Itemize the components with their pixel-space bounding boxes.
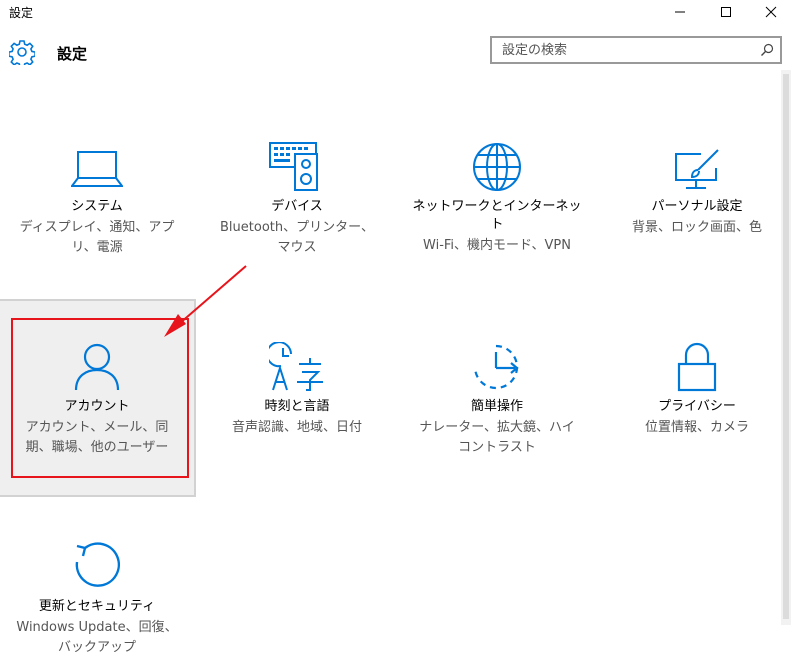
close-button[interactable]: [751, 0, 791, 24]
refresh-icon: [75, 542, 120, 587]
tile-label: 簡単操作: [470, 399, 523, 414]
tile-label: システム: [71, 199, 123, 214]
tile-label: デバイス: [271, 199, 323, 214]
tile-description: ナレーター、拡大鏡、ハイコントラスト: [419, 420, 575, 455]
scrollbar-thumb[interactable]: [783, 74, 789, 619]
search-box[interactable]: [490, 36, 782, 64]
tile-description: 位置情報、カメラ: [644, 420, 749, 435]
tile-privacy[interactable]: プライバシー 位置情報、カメラ: [608, 342, 786, 438]
tile-devices[interactable]: デバイス Bluetooth、プリンター、マウス: [208, 142, 386, 258]
minimize-icon: [675, 11, 685, 13]
tile-ease-of-access[interactable]: 簡単操作 ナレーター、拡大鏡、ハイコントラスト: [408, 342, 586, 458]
tile-label: プライバシー: [658, 399, 736, 414]
maximize-button[interactable]: [704, 0, 748, 24]
laptop-icon: [71, 151, 123, 187]
lock-icon: [677, 342, 717, 392]
tile-update-security[interactable]: 更新とセキュリティ Windows Update、回復、バックアップ: [8, 540, 186, 658]
keyboard-speaker-icon: [269, 142, 318, 191]
tile-personalization[interactable]: パーソナル設定 背景、ロック画面、色: [608, 146, 786, 238]
tile-description: 音声認識、地域、日付: [231, 420, 362, 435]
tile-description: Bluetooth、プリンター、マウス: [220, 220, 374, 255]
ease-of-access-icon: [473, 344, 519, 390]
tile-description: Windows Update、回復、バックアップ: [16, 620, 178, 655]
window-title: 設定: [9, 6, 34, 20]
annotation-highlight-box: [11, 318, 189, 478]
tile-label: ネットワークとインターネット: [412, 199, 582, 232]
minimize-button[interactable]: [658, 0, 702, 24]
tile-description: ディスプレイ、通知、アプリ、電源: [19, 220, 175, 255]
tile-description: Wi-Fi、機内モード、VPN: [423, 238, 571, 253]
tile-network[interactable]: ネットワークとインターネット Wi-Fi、機内モード、VPN: [408, 142, 586, 256]
tile-system[interactable]: システム ディスプレイ、通知、アプリ、電源: [8, 148, 186, 258]
vertical-scrollbar[interactable]: [781, 70, 791, 625]
paintbrush-screen-icon: [675, 149, 719, 189]
search-input[interactable]: [492, 38, 762, 62]
tile-label: 更新とセキュリティ: [38, 599, 156, 614]
gear-icon: [9, 40, 35, 65]
tile-label: 時刻と言語: [264, 399, 330, 414]
clock-language-icon: [269, 342, 323, 391]
tile-description: 背景、ロック画面、色: [631, 220, 762, 235]
title-bar: 設定: [0, 0, 791, 24]
close-icon: [765, 6, 777, 18]
maximize-icon: [721, 7, 731, 17]
search-icon[interactable]: [760, 43, 774, 57]
tile-time-language[interactable]: 時刻と言語 音声認識、地域、日付: [208, 342, 386, 438]
tile-label: パーソナル設定: [651, 199, 743, 214]
globe-icon: [473, 143, 521, 191]
page-title: 設定: [57, 45, 88, 63]
